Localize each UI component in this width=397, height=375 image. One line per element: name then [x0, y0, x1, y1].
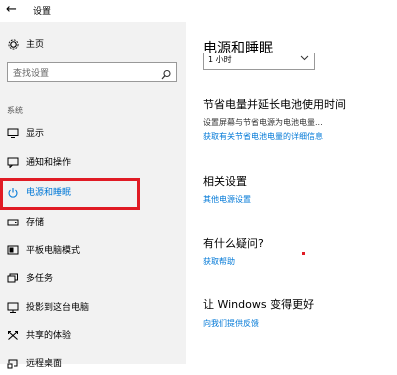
- settings-window: ← 设置 主页 查找设置 系统 显示 通知和操作 电源和睡眠 存储 平板电脑模式…: [0, 0, 397, 369]
- sidebar-item-multitasking[interactable]: 多任务: [0, 268, 186, 290]
- tablet-mode-icon: [7, 245, 19, 257]
- save-power-heading: 节省电量并延长电池使用时间: [203, 98, 346, 111]
- main-content: 电源和睡眠 1 小时 节省电量并延长电池使用时间 设置屏幕与节省电源为电池电量.…: [186, 22, 397, 364]
- sidebar-item-label: 显示: [26, 129, 45, 139]
- give-feedback-link[interactable]: 向我们提供反馈: [203, 318, 259, 329]
- search-input[interactable]: 查找设置: [7, 62, 177, 82]
- sidebar-item-label: 主页: [26, 40, 45, 50]
- chevron-down-icon: [300, 54, 309, 63]
- notification-icon: [7, 157, 19, 169]
- sidebar-item-label: 共享的体验: [26, 331, 72, 341]
- question-heading: 有什么疑问?: [203, 237, 264, 250]
- multitasking-icon: [7, 273, 19, 285]
- sidebar-item-display[interactable]: 显示: [0, 123, 186, 145]
- sidebar-item-project[interactable]: 投影到这台电脑: [0, 297, 186, 319]
- storage-icon: [7, 217, 19, 229]
- related-settings-heading: 相关设置: [203, 175, 247, 188]
- sidebar-item-label: 多任务: [26, 274, 54, 284]
- window-title: 设置: [33, 7, 52, 17]
- monitor-icon: [7, 128, 19, 140]
- get-help-link[interactable]: 获取帮助: [203, 256, 235, 267]
- back-arrow-icon[interactable]: ←: [6, 3, 17, 17]
- sidebar-item-label: 投影到这台电脑: [26, 303, 90, 313]
- project-icon: [7, 302, 19, 314]
- sidebar-item-notifications[interactable]: 通知和操作: [0, 152, 186, 174]
- sidebar-item-label: 平板电脑模式: [26, 246, 81, 256]
- save-power-description: 设置屏幕与节省电源为电池电量...: [203, 118, 323, 127]
- sidebar-item-label: 存储: [26, 218, 45, 228]
- save-power-link[interactable]: 获取有关节省电池电量的详细信息: [203, 131, 323, 142]
- sidebar-item-shared-experiences[interactable]: 共享的体验: [0, 325, 186, 347]
- improve-windows-heading: 让 Windows 变得更好: [203, 298, 315, 311]
- sidebar-item-remote-desktop[interactable]: 远程桌面: [0, 353, 186, 375]
- cursor-marker: [302, 252, 305, 255]
- additional-power-settings-link[interactable]: 其他电源设置: [203, 194, 251, 205]
- highlight-box: [0, 178, 140, 210]
- shared-experiences-icon: [7, 330, 19, 342]
- sidebar-item-label: 通知和操作: [26, 158, 72, 168]
- sidebar-item-home[interactable]: 主页: [0, 36, 186, 54]
- gear-icon: [7, 39, 19, 51]
- section-label: 系统: [7, 106, 23, 115]
- sidebar-item-storage[interactable]: 存储: [0, 212, 186, 234]
- remote-desktop-icon: [7, 358, 19, 370]
- sidebar-item-tablet-mode[interactable]: 平板电脑模式: [0, 240, 186, 262]
- dropdown-value: 1 小时: [208, 55, 232, 64]
- sidebar-item-label: 远程桌面: [26, 359, 63, 369]
- search-placeholder: 查找设置: [13, 69, 50, 79]
- title-bar: ← 设置: [0, 0, 397, 22]
- sleep-timeout-dropdown[interactable]: 1 小时: [203, 53, 315, 70]
- search-icon[interactable]: [161, 66, 171, 80]
